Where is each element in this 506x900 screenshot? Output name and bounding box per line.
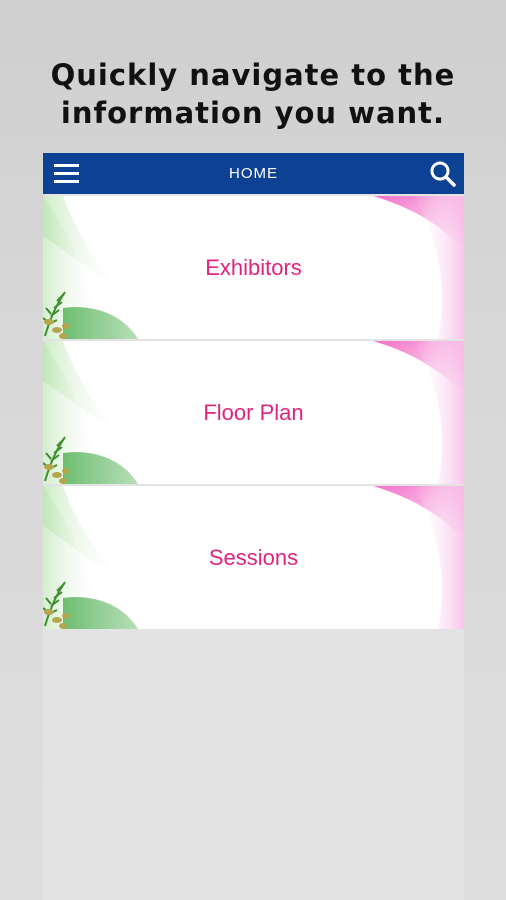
promo-headline: Quickly navigate to the information you … — [0, 56, 506, 132]
hamburger-menu-icon[interactable] — [51, 160, 83, 188]
menu-item-sessions[interactable]: Sessions — [43, 486, 464, 629]
search-icon[interactable] — [428, 159, 458, 189]
menu-item-exhibitors[interactable]: Exhibitors — [43, 196, 464, 339]
app-bar: HOME — [43, 153, 464, 194]
menu-list: Exhibitors Floor Plan Sessions — [43, 196, 464, 631]
page-title: HOME — [229, 165, 278, 182]
menu-item-label: Sessions — [208, 545, 299, 570]
menu-item-floor-plan[interactable]: Floor Plan — [43, 341, 464, 484]
promo-line-2: information you want. — [60, 96, 446, 130]
app-screen: HOME Exhibitors Floor Plan Sessions — [43, 153, 464, 900]
menu-item-label: Floor Plan — [203, 400, 304, 425]
menu-item-label: Exhibitors — [205, 255, 302, 280]
promo-line-1: Quickly navigate to the — [50, 58, 456, 92]
